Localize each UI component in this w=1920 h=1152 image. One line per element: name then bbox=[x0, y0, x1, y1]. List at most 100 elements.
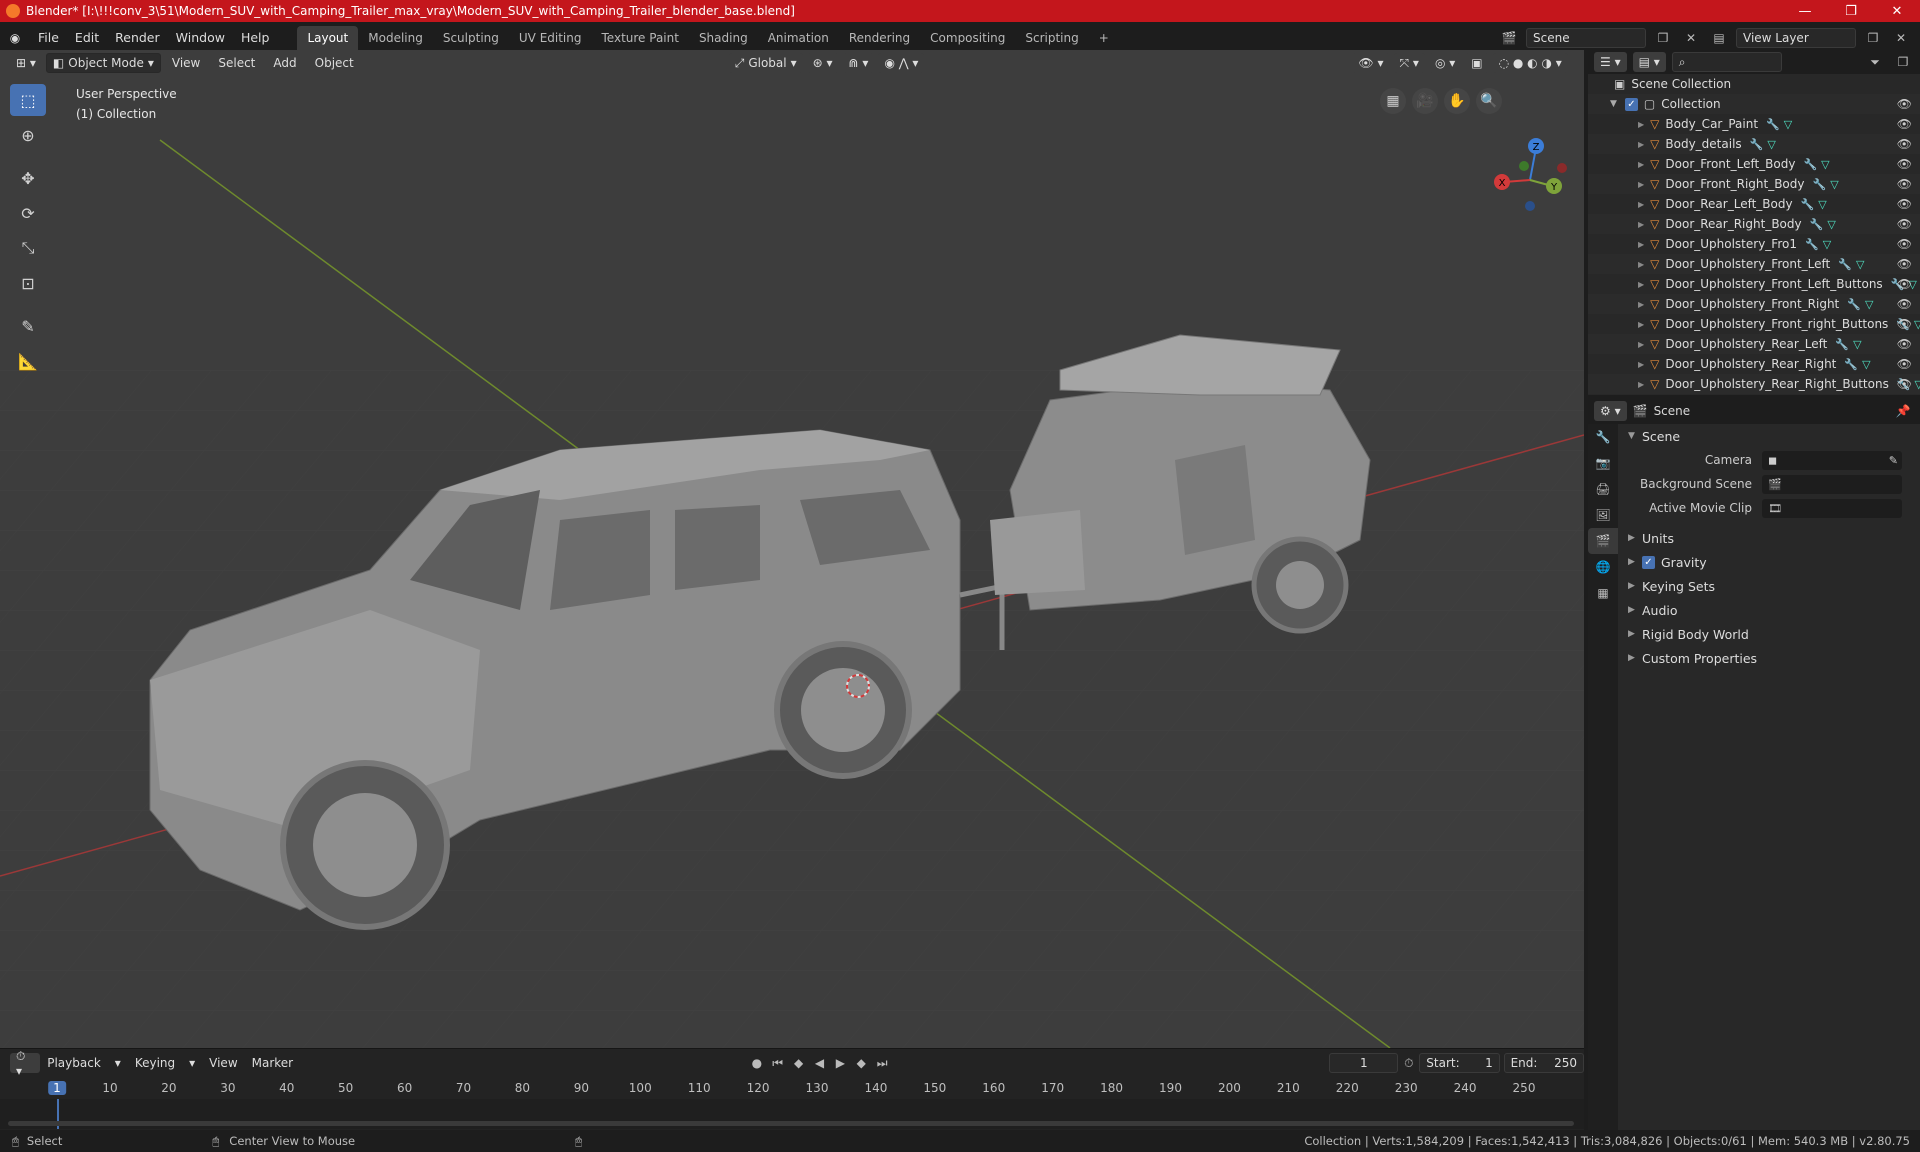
wrench-icon[interactable]: 🔧 bbox=[1805, 238, 1819, 251]
expand-arrow-icon[interactable]: ▶ bbox=[1638, 120, 1644, 129]
tab-layout[interactable]: Layout bbox=[297, 26, 359, 50]
tab-animation[interactable]: Animation bbox=[758, 26, 839, 50]
wrench-icon[interactable]: 🔧 bbox=[1835, 338, 1849, 351]
properties-editor-type[interactable]: ⚙ ▾ bbox=[1594, 401, 1627, 421]
menu-view[interactable]: View bbox=[165, 56, 207, 70]
eye-icon[interactable]: 👁 bbox=[1897, 377, 1912, 391]
eyedropper-icon[interactable]: ✎ bbox=[1889, 454, 1898, 467]
outliner-object-row[interactable]: ▶ ▽ Door_Upholstery_Front_right_Buttons 🔧 ▽ 👁 bbox=[1588, 314, 1920, 334]
record-button[interactable]: ● bbox=[746, 1053, 767, 1073]
jump-start-button[interactable]: ⏮ bbox=[767, 1053, 788, 1073]
scene-field[interactable]: Scene bbox=[1526, 28, 1646, 48]
blender-menu-icon[interactable]: ◉ bbox=[0, 31, 30, 45]
wrench-icon[interactable]: 🔧 bbox=[1810, 218, 1824, 231]
texture-tab-icon[interactable]: ▦ bbox=[1588, 580, 1618, 606]
outliner-object-row[interactable]: ▶ ▽ Door_Upholstery_Fro1 🔧 ▽ 👁 bbox=[1588, 234, 1920, 254]
outliner-object-row[interactable]: ▶ ▽ Door_Front_Right_Body 🔧 ▽ 👁 bbox=[1588, 174, 1920, 194]
pivot-dropdown[interactable]: ⊛ ▾ bbox=[806, 53, 839, 73]
mesh-data-icon[interactable]: ▽ bbox=[1862, 358, 1870, 371]
eye-icon[interactable]: 👁 bbox=[1897, 357, 1912, 371]
outliner-object-row[interactable]: ▶ ▽ Door_Front_Left_Body 🔧 ▽ 👁 bbox=[1588, 154, 1920, 174]
end-frame-field[interactable]: End: 250 bbox=[1503, 1053, 1585, 1073]
jump-end-button[interactable]: ⏭ bbox=[872, 1053, 893, 1073]
audio-panel[interactable]: ▶ Audio bbox=[1622, 598, 1920, 622]
units-panel[interactable]: ▶ Units bbox=[1622, 526, 1920, 550]
mesh-data-icon[interactable]: ▽ bbox=[1853, 338, 1861, 351]
mesh-data-icon[interactable]: ▽ bbox=[1784, 118, 1792, 131]
eye-icon[interactable]: 👁 bbox=[1897, 337, 1912, 351]
eye-icon[interactable]: 👁 bbox=[1897, 217, 1912, 231]
select-box-tool[interactable]: ⬚ bbox=[10, 84, 46, 116]
camera-view-icon[interactable]: 🎥 bbox=[1412, 88, 1438, 114]
mode-dropdown[interactable]: ◧ Object Mode ▾ bbox=[45, 53, 161, 73]
expand-arrow-icon[interactable]: ▼ bbox=[1610, 99, 1617, 109]
new-scene-icon[interactable]: ❐ bbox=[1652, 28, 1674, 48]
camera-field[interactable]: ◼ ✎ bbox=[1762, 450, 1902, 470]
properties-editor[interactable]: ⚙ ▾ 🎬 Scene 📌 🔧 📷 🖨 🖼 🎬 🌐 ▦ ▼ Scene Came… bbox=[1588, 398, 1920, 1130]
delete-view-layer-icon[interactable]: ✕ bbox=[1890, 28, 1912, 48]
eye-icon[interactable]: 👁 bbox=[1897, 317, 1912, 331]
play-reverse-button[interactable]: ◀ bbox=[809, 1053, 830, 1073]
gizmo-toggle[interactable]: ⤧ ▾ bbox=[1393, 53, 1425, 73]
scale-tool[interactable]: ⤡ bbox=[10, 232, 46, 264]
outliner-scene-collection[interactable]: ▣ Scene Collection bbox=[1588, 74, 1920, 94]
eye-icon[interactable]: 👁 bbox=[1897, 97, 1912, 111]
expand-arrow-icon[interactable]: ▶ bbox=[1638, 240, 1644, 249]
outliner-object-row[interactable]: ▶ ▽ Body_details 🔧 ▽ 👁 bbox=[1588, 134, 1920, 154]
menu-select[interactable]: Select bbox=[211, 56, 262, 70]
output-tab-icon[interactable]: 🖨 bbox=[1588, 476, 1618, 502]
outliner-object-row[interactable]: ▶ ▽ Door_Rear_Left_Body 🔧 ▽ 👁 bbox=[1588, 194, 1920, 214]
expand-arrow-icon[interactable]: ▶ bbox=[1638, 180, 1644, 189]
outliner-object-row[interactable]: ▶ ▽ Door_Rear_Right_Body 🔧 ▽ 👁 bbox=[1588, 214, 1920, 234]
custom-properties-panel[interactable]: ▶ Custom Properties bbox=[1622, 646, 1920, 670]
editor-type-dropdown[interactable]: ⊞ ▾ bbox=[10, 53, 42, 73]
delete-scene-icon[interactable]: ✕ bbox=[1680, 28, 1702, 48]
filter-icon[interactable]: ⏷ bbox=[1864, 52, 1886, 72]
scene-tab-icon[interactable]: 🎬 bbox=[1588, 528, 1618, 554]
mesh-data-icon[interactable]: ▽ bbox=[1865, 298, 1873, 311]
outliner-object-row[interactable]: ▶ ▽ Door_Upholstery_Front_Right 🔧 ▽ 👁 bbox=[1588, 294, 1920, 314]
background-scene-field[interactable]: 🎬 bbox=[1762, 474, 1902, 494]
proportional-edit-toggle[interactable]: ◉ ⋀ ▾ bbox=[878, 53, 925, 73]
orientation-dropdown[interactable]: ⤢ Global ▾ bbox=[728, 53, 803, 73]
outliner-object-row[interactable]: ▶ ▽ Door_Upholstery_Rear_Left 🔧 ▽ 👁 bbox=[1588, 334, 1920, 354]
expand-arrow-icon[interactable]: ▶ bbox=[1638, 280, 1644, 289]
minimize-button[interactable]: — bbox=[1782, 0, 1828, 22]
mesh-data-icon[interactable]: ▽ bbox=[1915, 378, 1920, 391]
snap-toggle[interactable]: ⋒ ▾ bbox=[842, 53, 875, 73]
cursor-tool[interactable]: ⊕ bbox=[10, 119, 46, 151]
expand-arrow-icon[interactable]: ▶ bbox=[1638, 160, 1644, 169]
rigid-body-world-panel[interactable]: ▶ Rigid Body World bbox=[1622, 622, 1920, 646]
tool-tab-icon[interactable]: 🔧 bbox=[1588, 424, 1618, 450]
wrench-icon[interactable]: 🔧 bbox=[1813, 178, 1827, 191]
start-frame-field[interactable]: Start: 1 bbox=[1419, 1053, 1500, 1073]
shading-modes[interactable]: ◌ ● ◐ ◑ ▾ bbox=[1492, 53, 1568, 73]
expand-arrow-icon[interactable]: ▶ bbox=[1638, 340, 1644, 349]
outliner-object-row[interactable]: ▶ ▽ Door_Upholstery_Rear_Right_Buttons 🔧 ▽ 👁 bbox=[1588, 374, 1920, 394]
maximize-button[interactable]: ❐ bbox=[1828, 0, 1874, 22]
expand-arrow-icon[interactable]: ▶ bbox=[1638, 200, 1644, 209]
mesh-data-icon[interactable]: ▽ bbox=[1856, 258, 1864, 271]
menu-object[interactable]: Object bbox=[308, 56, 361, 70]
zoom-icon[interactable]: 🔍 bbox=[1476, 88, 1502, 114]
gravity-panel[interactable]: ▶ ✓ Gravity bbox=[1622, 550, 1920, 574]
wrench-icon[interactable]: 🔧 bbox=[1847, 298, 1861, 311]
tab-sculpting[interactable]: Sculpting bbox=[433, 26, 509, 50]
menu-window[interactable]: Window bbox=[168, 26, 233, 50]
outliner-object-row[interactable]: ▶ ▽ Door_Upholstery_Front_Left 🔧 ▽ 👁 bbox=[1588, 254, 1920, 274]
expand-arrow-icon[interactable]: ▶ bbox=[1638, 300, 1644, 309]
play-button[interactable]: ▶ bbox=[830, 1053, 851, 1073]
annotate-tool[interactable]: ✎ bbox=[10, 310, 46, 342]
outliner-editor-type[interactable]: ☰ ▾ bbox=[1594, 52, 1627, 72]
add-workspace-button[interactable]: + bbox=[1089, 26, 1119, 50]
expand-arrow-icon[interactable]: ▶ bbox=[1638, 140, 1644, 149]
eye-icon[interactable]: 👁 bbox=[1897, 237, 1912, 251]
menu-view-timeline[interactable]: View bbox=[202, 1056, 244, 1070]
tab-modeling[interactable]: Modeling bbox=[358, 26, 433, 50]
menu-playback[interactable]: Playback bbox=[40, 1056, 108, 1070]
timeline-ruler[interactable]: 1 10 20 30 40 50 60 70 80 90 100 110 120 130 140 150 160… bbox=[0, 1081, 1584, 1099]
menu-help[interactable]: Help bbox=[233, 26, 278, 50]
display-mode-dropdown[interactable]: ▤ ▾ bbox=[1632, 52, 1666, 72]
stopwatch-icon[interactable]: ⏱ bbox=[1398, 1053, 1419, 1073]
timeline-editor-type[interactable]: ⏱ ▾ bbox=[10, 1049, 41, 1078]
